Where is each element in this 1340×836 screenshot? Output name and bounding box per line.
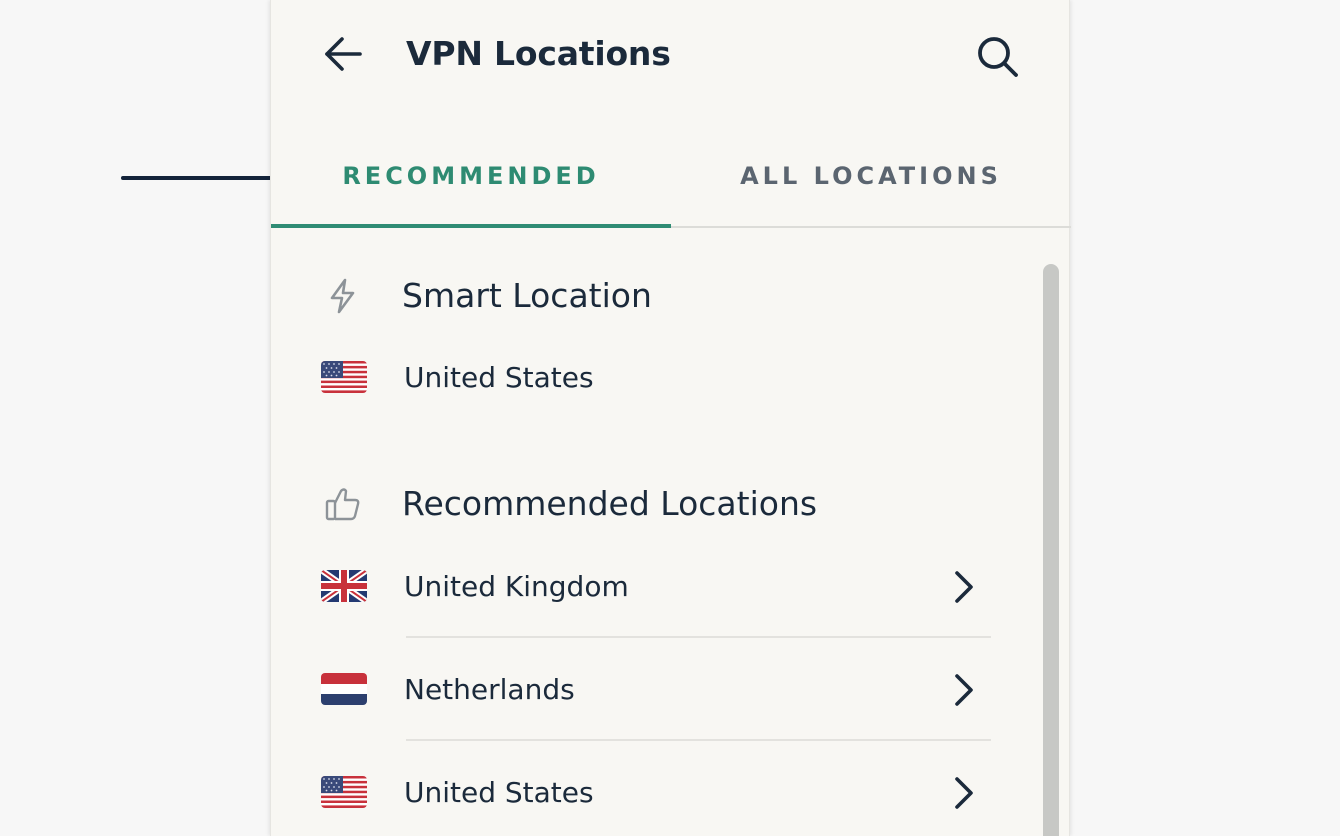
arrow-left-icon bbox=[325, 37, 362, 71]
location-row-united-kingdom[interactable]: United Kingdom bbox=[271, 538, 1031, 638]
row-divider bbox=[406, 636, 991, 638]
thumbs-up-icon bbox=[323, 484, 363, 524]
smart-location-country: United States bbox=[404, 361, 594, 394]
recommended-locations-header: Recommended Locations bbox=[271, 474, 1031, 534]
recommended-locations-title: Recommended Locations bbox=[402, 484, 818, 523]
nl-flag-icon bbox=[321, 673, 367, 705]
row-divider bbox=[406, 739, 991, 741]
location-name: Netherlands bbox=[404, 673, 575, 706]
uk-flag-icon bbox=[321, 570, 367, 602]
screen: VPN Locations RECOMMENDED ALL LOCATIONS bbox=[0, 0, 1340, 836]
search-icon bbox=[978, 37, 1018, 77]
chevron-right-icon bbox=[945, 670, 981, 710]
location-row-netherlands[interactable]: Netherlands bbox=[271, 641, 1031, 741]
chevron-right-icon bbox=[945, 773, 981, 813]
lightning-icon bbox=[323, 276, 363, 316]
us-flag-icon bbox=[321, 776, 367, 808]
tab-bar: RECOMMENDED ALL LOCATIONS bbox=[271, 130, 1071, 228]
header: VPN Locations bbox=[271, 0, 1071, 110]
smart-location-header: Smart Location bbox=[271, 266, 1031, 326]
location-row-united-states[interactable]: United States bbox=[271, 744, 1031, 836]
us-flag-icon bbox=[321, 361, 367, 393]
location-name: United States bbox=[404, 776, 594, 809]
vpn-locations-panel: VPN Locations RECOMMENDED ALL LOCATIONS bbox=[270, 0, 1071, 836]
smart-location-title: Smart Location bbox=[402, 276, 652, 315]
locations-list: Smart Location United States Recommended… bbox=[271, 228, 1071, 836]
smart-location-row[interactable]: United States bbox=[271, 333, 1031, 433]
search-button[interactable] bbox=[971, 30, 1023, 82]
location-name: United Kingdom bbox=[404, 570, 629, 603]
scrollbar[interactable] bbox=[1041, 264, 1061, 836]
back-button[interactable] bbox=[319, 30, 367, 78]
page-title: VPN Locations bbox=[406, 34, 671, 73]
chevron-right-icon bbox=[945, 567, 981, 607]
scrollbar-thumb[interactable] bbox=[1043, 264, 1059, 836]
tab-all-locations[interactable]: ALL LOCATIONS bbox=[671, 130, 1071, 222]
tab-recommended[interactable]: RECOMMENDED bbox=[271, 130, 671, 222]
